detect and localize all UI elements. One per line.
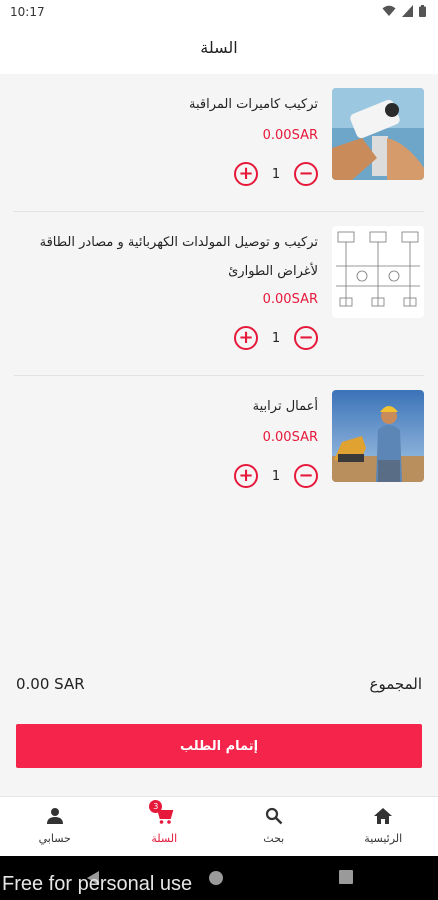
page-title: السلة (200, 38, 238, 57)
total-value: 0.00 SAR (16, 675, 85, 693)
recents-icon[interactable] (339, 870, 353, 884)
product-image-cameras (332, 88, 424, 180)
total-label: المجموع (369, 675, 422, 693)
item-price: 0.00SAR (262, 430, 318, 445)
app-header: السلة (0, 26, 438, 74)
search-icon (265, 807, 283, 825)
increase-quantity-button[interactable]: + (234, 464, 258, 488)
nav-item-cart[interactable]: 3 السلة (110, 797, 220, 856)
system-nav-bar: Free for personal use (0, 856, 438, 900)
quantity-value: 1 (271, 330, 281, 346)
quantity-value: 1 (271, 468, 281, 484)
battery-icon (419, 5, 426, 17)
increase-quantity-button[interactable]: + (234, 326, 258, 350)
person-icon (46, 808, 63, 824)
product-image-earthworks (332, 390, 424, 482)
quantity-value: 1 (271, 166, 281, 182)
status-time: 10:17 (10, 5, 45, 19)
decrease-quantity-button[interactable]: − (294, 162, 318, 186)
item-price: 0.00SAR (262, 128, 318, 143)
home-icon (374, 808, 393, 824)
quantity-stepper: + 1 − (234, 326, 318, 350)
signal-icon (402, 5, 413, 17)
status-icons (382, 5, 426, 17)
cart-item: تركيب و توصيل المولدات الكهربائية و مصاد… (14, 212, 424, 376)
nav-label-search: بحث (263, 832, 285, 845)
nav-label-home: الرئيسية (364, 832, 403, 845)
quantity-stepper: + 1 − (234, 162, 318, 186)
cart-item: تركيب كاميرات المراقبة 0.00SAR + 1 − (14, 74, 424, 212)
nav-item-home[interactable]: الرئيسية (329, 797, 438, 856)
cart-list: تركيب كاميرات المراقبة 0.00SAR + 1 − ترك… (0, 74, 438, 514)
item-name: تركيب كاميرات المراقبة (189, 97, 318, 112)
watermark-text: Free for personal use (2, 873, 193, 895)
home-button-icon[interactable] (208, 870, 224, 886)
cart-item: أعمال ترابية 0.00SAR + 1 − (14, 376, 424, 514)
nav-label-account: حسابي (38, 832, 71, 845)
status-bar: 10:17 (0, 0, 438, 26)
wifi-icon (382, 5, 396, 16)
bottom-nav: الرئيسية بحث 3 السلة حسابي (0, 796, 438, 856)
checkout-button[interactable]: إتمام الطلب (16, 724, 422, 768)
decrease-quantity-button[interactable]: − (294, 464, 318, 488)
product-image-generators (332, 226, 424, 318)
cart-total: 0.00 SAR المجموع (16, 672, 422, 700)
item-name: تركيب و توصيل المولدات الكهربائية و مصاد… (39, 235, 318, 279)
decrease-quantity-button[interactable]: − (294, 326, 318, 350)
quantity-stepper: + 1 − (234, 464, 318, 488)
item-price: 0.00SAR (262, 292, 318, 307)
nav-item-search[interactable]: بحث (219, 797, 329, 856)
nav-item-account[interactable]: حسابي (0, 797, 110, 856)
nav-label-cart: السلة (151, 832, 178, 845)
increase-quantity-button[interactable]: + (234, 162, 258, 186)
item-name: أعمال ترابية (252, 399, 318, 414)
